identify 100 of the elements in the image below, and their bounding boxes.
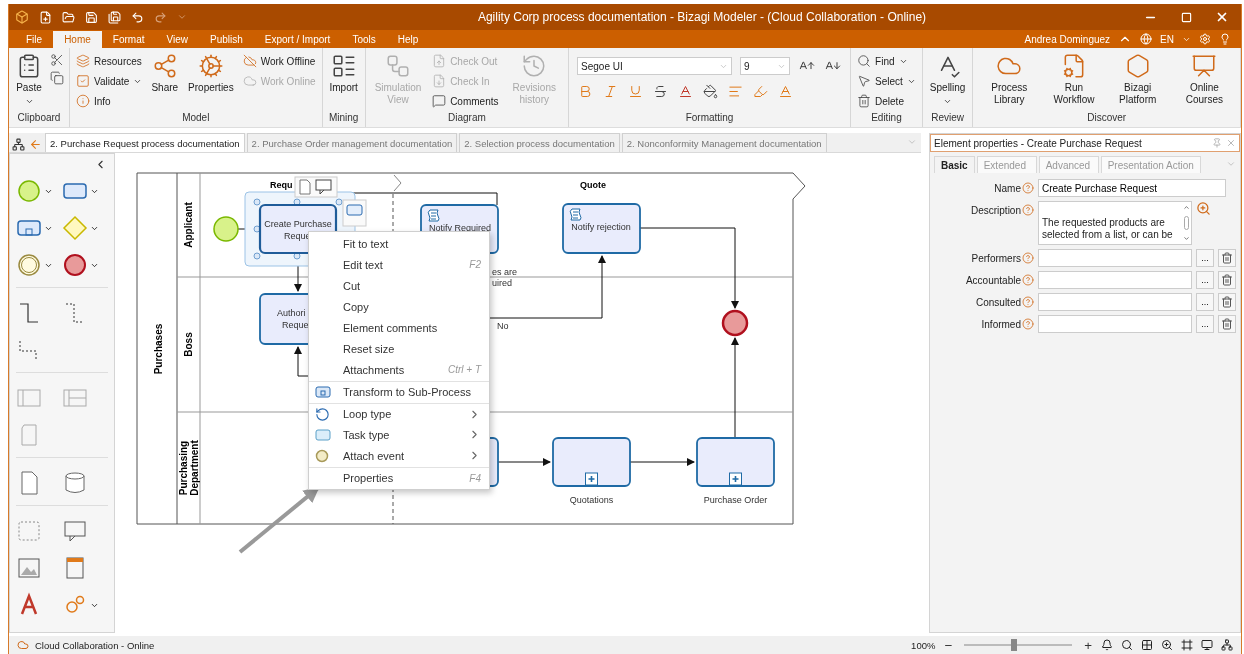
scroll-down-icon[interactable]: [1182, 235, 1190, 242]
task-type-icon[interactable]: [346, 204, 363, 216]
open-folder-icon[interactable]: [62, 10, 75, 24]
document-icon[interactable]: [299, 179, 311, 195]
panel-tab[interactable]: Basic: [934, 156, 975, 173]
ribbon-tab[interactable]: Help: [386, 31, 430, 48]
delete-button[interactable]: [1218, 293, 1236, 311]
fill-color-icon[interactable]: [702, 83, 720, 100]
menu-item[interactable]: Loop type: [309, 403, 489, 424]
zoom-in-button[interactable]: +: [1083, 636, 1093, 654]
ribbon-tab[interactable]: File: [15, 31, 54, 48]
user-name[interactable]: Andrea Dominguez: [1024, 33, 1111, 45]
grid-icon[interactable]: [1141, 639, 1153, 651]
language-selector[interactable]: EN: [1160, 33, 1174, 45]
pin-icon[interactable]: [1212, 138, 1222, 148]
align-icon[interactable]: [727, 83, 745, 100]
ribbon-icon-button[interactable]: [49, 52, 65, 68]
customize-icon[interactable]: [177, 12, 187, 22]
help-icon[interactable]: [1022, 318, 1034, 330]
help-icon[interactable]: [1022, 252, 1034, 264]
input-field[interactable]: [1038, 249, 1192, 267]
help-icon[interactable]: [1022, 274, 1034, 286]
document-tab[interactable]: 2. Purchase Request process documentation: [45, 133, 245, 152]
menu-item[interactable]: Attachments Ctrl + T: [309, 359, 489, 380]
browse-button[interactable]: ...: [1196, 293, 1214, 311]
save-icon[interactable]: [85, 10, 98, 24]
ribbon-button[interactable]: Resources: [74, 52, 145, 70]
ribbon-button[interactable]: Run Workflow: [1045, 51, 1103, 108]
bell-icon[interactable]: [1101, 639, 1113, 651]
ribbon-button[interactable]: Select: [855, 72, 918, 90]
browse-button[interactable]: ...: [1196, 249, 1214, 267]
search-icon[interactable]: [1121, 639, 1133, 651]
browse-button[interactable]: ...: [1196, 271, 1214, 289]
ribbon-tab[interactable]: Tools: [341, 31, 387, 48]
highlighter-icon[interactable]: [752, 83, 770, 100]
menu-item[interactable]: Task type: [309, 424, 489, 445]
field-label: Informed: [981, 318, 1021, 330]
ribbon-button[interactable]: Delete: [855, 92, 918, 110]
menu-item[interactable]: Edit text F2: [309, 254, 489, 275]
settings-icon[interactable]: [1199, 33, 1211, 45]
menu-item[interactable]: Reset size: [309, 338, 489, 359]
close-icon[interactable]: [1215, 10, 1229, 24]
ribbon-button[interactable]: Work Offline: [240, 52, 318, 70]
save-all-icon[interactable]: [108, 10, 121, 24]
ribbon-button[interactable]: Online Courses: [1172, 51, 1236, 108]
comment-icon[interactable]: [315, 179, 332, 195]
ribbon-tab[interactable]: Publish: [199, 31, 254, 48]
ribbon-button[interactable]: Validate: [74, 72, 145, 90]
input-field[interactable]: [1038, 315, 1192, 333]
document-tab[interactable]: 2. Purchase Order management documentation: [246, 133, 458, 152]
ribbon-button[interactable]: Import: [326, 51, 361, 96]
name-field[interactable]: Create Purchase Request: [1038, 179, 1226, 197]
redo-icon[interactable]: [154, 10, 167, 24]
ribbon-button[interactable]: Paste: [13, 51, 45, 108]
help-icon[interactable]: [1022, 182, 1034, 194]
fit-icon[interactable]: [1181, 639, 1193, 651]
new-file-icon[interactable]: [39, 10, 52, 24]
zoom-icon[interactable]: [1161, 639, 1173, 651]
globe-icon[interactable]: [1140, 33, 1153, 45]
delete-button[interactable]: [1218, 315, 1236, 333]
menu-item[interactable]: Element comments: [309, 317, 489, 338]
sitemap-icon[interactable]: [1221, 639, 1233, 651]
scroll-thumb[interactable]: [1183, 216, 1189, 230]
menu-item[interactable]: Copy: [309, 296, 489, 317]
ribbon-icon-button[interactable]: [49, 70, 65, 86]
lightbulb-icon[interactable]: [1219, 33, 1231, 45]
ribbon-button[interactable]: Properties: [185, 51, 237, 96]
ribbon-tab[interactable]: Export / Import: [253, 31, 342, 48]
ribbon-button[interactable]: Spelling: [926, 51, 969, 108]
help-icon[interactable]: [1022, 204, 1034, 216]
browse-button[interactable]: ...: [1196, 315, 1214, 333]
ribbon-tab[interactable]: Format: [101, 31, 156, 48]
scroll-up-icon[interactable]: [1182, 204, 1190, 211]
maximize-icon[interactable]: [1180, 11, 1192, 23]
menu-item[interactable]: Fit to text: [309, 233, 489, 254]
input-field[interactable]: [1038, 293, 1192, 311]
delete-button[interactable]: [1218, 271, 1236, 289]
help-icon[interactable]: [1022, 296, 1034, 308]
delete-button[interactable]: [1218, 249, 1236, 267]
font-size-field[interactable]: 9: [740, 57, 791, 75]
ribbon-button[interactable]: Find: [855, 52, 918, 70]
monitor-icon[interactable]: [1201, 639, 1213, 651]
ribbon-button[interactable]: Bizagi Platform: [1106, 51, 1169, 108]
document-tab[interactable]: 2. Selection process documentation: [459, 133, 620, 152]
sitemap-icon[interactable]: [11, 137, 26, 152]
menu-item[interactable]: Transform to Sub-Process: [309, 381, 489, 402]
slider-thumb[interactable]: [1010, 639, 1017, 651]
menu-item[interactable]: Cut: [309, 275, 489, 296]
description-field[interactable]: The requested products are selected from a list, or can be: [1038, 201, 1192, 245]
ribbon-button[interactable]: Share: [148, 51, 182, 96]
ribbon-tab[interactable]: Home: [53, 31, 102, 48]
font-field[interactable]: Segoe UI: [577, 57, 733, 75]
ribbon-button[interactable]: Comments: [430, 92, 501, 110]
ribbon-button[interactable]: Process Library: [977, 51, 1042, 108]
zoom-out-button[interactable]: −: [943, 636, 954, 654]
ribbon-tab[interactable]: View: [155, 31, 199, 48]
undo-icon[interactable]: [131, 10, 144, 24]
document-tab[interactable]: 2. Nonconformity Management documentation: [621, 133, 827, 152]
ribbon-button[interactable]: Info: [74, 92, 145, 110]
input-field[interactable]: [1038, 271, 1192, 289]
